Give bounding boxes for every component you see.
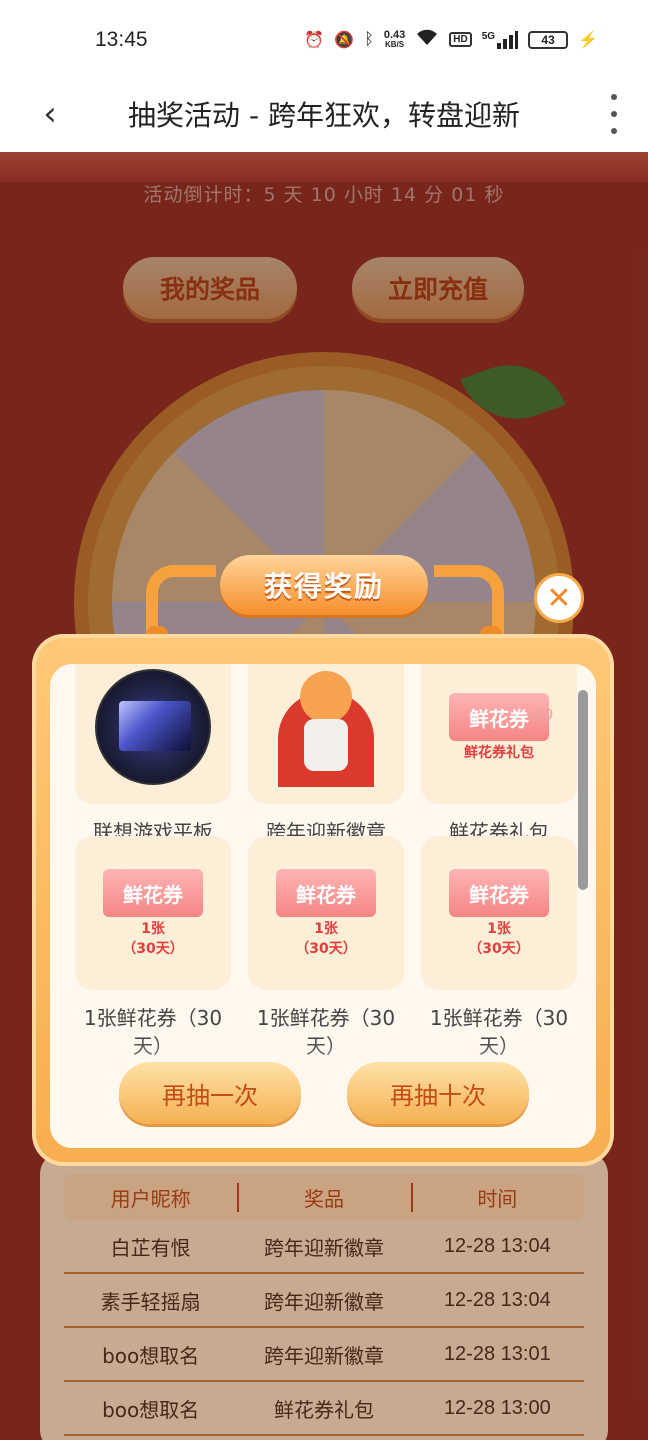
status-bar: 13:45 ⏰ 🔕 ᛒ 0.43 KB/S HD 5G 43 ⚡ [0,0,648,80]
reward-thumb: 鲜花券 鲜花券礼包 x50 [421,664,577,804]
ticket-image: 鲜花券 鲜花券礼包 [449,693,549,761]
title-bar: ‹ 抽奖活动 - 跨年狂欢，转盘迎新 [0,80,648,152]
reward-thumb [248,664,404,804]
ticket-count: 1张 [141,921,165,937]
draw-once-button[interactable]: 再抽一次 [119,1062,301,1124]
row-user: 素手轻摇扇 [100,1289,201,1314]
ticket-duration: （30天） [122,941,184,957]
reward-item: 联想游戏平板 [75,664,231,846]
header-time: 时间 [410,1182,584,1212]
table-row: boo想取名 鲜花券礼包 12-28 13:00 [64,1382,584,1436]
ticket-image: 鲜花券 1张 （30天） [449,869,549,957]
reward-scrollbar[interactable] [578,690,588,890]
ticket-image: 鲜花券 1张 （30天） [103,869,203,957]
reward-item: 鲜花券 鲜花券礼包 x50 鲜花券礼包 [421,664,577,846]
draw-records: 用户昵称 奖品 时间 白芷有恨 跨年迎新徽章 12-28 13:04 素手轻摇扇… [40,1152,608,1440]
net-speed-value: 0.43 [383,28,406,41]
row-prize: 跨年迎新徽章 [263,1289,384,1314]
row-prize: 跨年迎新徽章 [263,1343,384,1368]
mute-icon: 🔕 [334,31,355,49]
tablet-image [95,669,211,785]
wifi-icon [415,28,439,51]
battery-indicator: 43 [528,30,569,49]
reward-item: 鲜花券 1张 （30天） 1张 鲜花券 （30天） [75,836,231,1060]
row-time: 12-28 13:00 [443,1396,551,1419]
row-time: 12-28 13:04 [443,1234,551,1257]
ticket-duration: （30天） [468,941,530,957]
row-time: 12-28 13:04 [443,1288,551,1311]
table-row: 素手轻摇扇 跨年迎新徽章 12-28 13:04 [64,1274,584,1328]
ticket-count: 1张 [487,921,511,937]
row-user: boo想取名 [102,1397,200,1422]
ticket-multiplier: x50 [525,706,553,724]
flower-ticket: 鲜花券 [449,869,549,917]
reward-thumb: 鲜花券 1张 （30天） [75,836,231,990]
records-header: 用户昵称 奖品 时间 [64,1174,584,1220]
hd-badge: HD [449,32,472,47]
reward-title: 获得奖励 [220,555,428,615]
row-prize: 跨年迎新徽章 [263,1235,384,1260]
ticket-caption: 鲜花券礼包 [464,745,534,761]
status-time: 13:45 [95,28,148,51]
more-dot-icon [611,111,617,117]
charging-icon: ⚡ [578,31,598,49]
records-table: 用户昵称 奖品 时间 白芷有恨 跨年迎新徽章 12-28 13:04 素手轻摇扇… [64,1174,584,1436]
badge-image [262,664,390,791]
net-speed-unit: KB/S [385,39,405,49]
page-title: 抽奖活动 - 跨年狂欢，转盘迎新 [128,99,520,132]
table-row: boo想取名 跨年迎新徽章 12-28 13:01 [64,1328,584,1382]
more-options-button[interactable] [602,92,626,136]
header-user: 用户昵称 [110,1186,191,1211]
reward-item: 跨年迎新徽章 [248,664,404,846]
reward-modal: 联想游戏平板 跨年迎新徽章 鲜花券 鲜花券礼包 x50 鲜花券礼包 鲜花券 1张… [32,634,614,1166]
reward-item: 鲜花券 1张 （30天） 1张 鲜花券 （30天） [248,836,404,1060]
more-dot-icon [611,128,617,134]
reward-thumb: 鲜花券 1张 （30天） [421,836,577,990]
reward-thumb: 鲜花券 1张 （30天） [248,836,404,990]
table-row: 白芷有恨 跨年迎新徽章 12-28 13:04 [64,1220,584,1274]
net-speed: 0.43 KB/S [383,28,406,50]
row-prize: 鲜花券礼包 [273,1397,374,1422]
more-dot-icon [611,94,617,100]
ticket-count: 1张 [314,921,338,937]
row-time: 12-28 13:01 [443,1342,551,1365]
header-prize: 奖品 [237,1182,410,1212]
row-user: 白芷有恨 [110,1235,191,1260]
close-button[interactable]: ✕ [534,573,584,623]
row-user: boo想取名 [102,1343,200,1368]
bluetooth-icon: ᛒ [364,30,374,48]
signal-label: 5G [481,30,496,42]
status-icons: ⏰ 🔕 ᛒ 0.43 KB/S HD 5G 43 ⚡ [304,28,598,51]
reward-thumb [75,664,231,804]
ticket-duration: （30天） [295,941,357,957]
close-icon: ✕ [546,580,572,616]
alarm-icon: ⏰ [304,31,325,49]
draw-ten-button[interactable]: 再抽十次 [347,1062,529,1124]
signal-icon: 5G [481,30,519,49]
reward-item: 鲜花券 1张 （30天） 1张 鲜花券 （30天） [421,836,577,1060]
flower-ticket: 鲜花券 [103,869,203,917]
flower-ticket: 鲜花券 [276,869,376,917]
ticket-image: 鲜花券 1张 （30天） [276,869,376,957]
